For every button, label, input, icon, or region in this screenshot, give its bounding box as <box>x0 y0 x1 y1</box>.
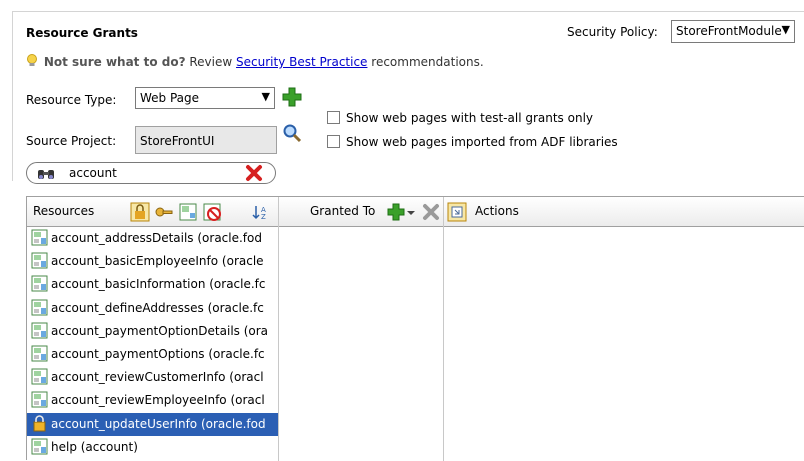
list-item[interactable]: account_addressDetails (oracle.fod <box>27 227 278 250</box>
dropdown-arrow-icon: ▼ <box>781 23 790 36</box>
sort-icon[interactable]: A Z <box>251 202 271 222</box>
binoculars-icon <box>37 165 55 181</box>
panel-left-border <box>12 11 13 181</box>
svg-text:Z: Z <box>261 213 266 221</box>
page-title: Resource Grants <box>26 26 138 40</box>
hint-text: Review <box>189 55 233 69</box>
list-item[interactable]: help (account) <box>27 436 278 459</box>
security-best-practice-link[interactable]: Security Best Practice <box>236 55 367 69</box>
list-item-label: account_paymentOptionDetails (ora <box>51 323 269 338</box>
resource-type-label: Resource Type: <box>26 93 117 107</box>
list-item[interactable]: account_reviewEmployeeInfo (oracl <box>27 389 278 412</box>
test-all-checkbox[interactable] <box>327 111 340 124</box>
filter-field[interactable]: account <box>26 162 276 184</box>
list-item-label: account_defineAddresses (oracle.fc <box>51 300 264 315</box>
source-project-label: Source Project: <box>26 134 117 148</box>
page-icon <box>31 368 48 385</box>
page-icon <box>31 345 48 362</box>
resource-list: account_addressDetails (oracle.fod accoun… <box>27 227 278 459</box>
list-item-label: help (account) <box>51 439 138 454</box>
resource-type-select[interactable]: Web Page ▼ <box>135 87 275 109</box>
page-icon <box>31 229 48 246</box>
hint-line: Not sure what to do? Review Security Bes… <box>26 52 484 69</box>
list-item[interactable]: account_defineAddresses (oracle.fc <box>27 297 278 320</box>
test-all-label: Show web pages with test-all grants only <box>346 111 594 125</box>
page-icon <box>31 391 48 408</box>
list-item[interactable]: account_reviewCustomerInfo (oracl <box>27 366 278 389</box>
grants-table: Resources A Z Granted To Actions account… <box>26 196 804 461</box>
table-header: Resources A Z Granted To Actions <box>27 197 804 227</box>
adf-libraries-checkbox[interactable] <box>327 135 340 148</box>
delete-grant-icon[interactable] <box>421 202 441 222</box>
resource-type-value: Web Page <box>140 91 200 105</box>
add-resource-type-icon[interactable] <box>282 87 302 107</box>
panel-top-border <box>12 11 804 12</box>
list-item-label: account_paymentOptions (oracle.fc <box>51 346 265 361</box>
list-item-label: account_basicInformation (oracle.fc <box>51 277 266 292</box>
adf-libraries-label: Show web pages imported from ADF librari… <box>346 135 618 149</box>
hint-text-end: recommendations. <box>371 55 484 69</box>
list-item-label: account_reviewEmployeeInfo (oracl <box>51 393 265 408</box>
column-divider[interactable] <box>443 197 444 461</box>
page-icon <box>31 275 48 292</box>
page-icon <box>31 438 48 455</box>
list-item-label: account_reviewCustomerInfo (oracl <box>51 370 264 385</box>
column-header-actions[interactable]: Actions <box>475 204 519 218</box>
search-icon[interactable] <box>282 123 302 143</box>
page-icon <box>31 322 48 339</box>
source-project-field[interactable]: StoreFrontUI <box>135 126 277 154</box>
column-header-resources[interactable]: Resources <box>33 204 94 218</box>
no-grants-filter-icon[interactable] <box>202 202 222 222</box>
list-item[interactable]: account_paymentOptions (oracle.fc <box>27 343 278 366</box>
page-filter-icon[interactable] <box>178 202 198 222</box>
security-policy-select[interactable]: StoreFrontModule ▼ <box>671 20 795 43</box>
list-item-label: account_basicEmployeeInfo (oracle <box>51 254 264 269</box>
list-item[interactable]: account_basicEmployeeInfo (oracle <box>27 250 278 273</box>
clear-filter-icon[interactable] <box>245 164 263 182</box>
lock-filter-icon[interactable] <box>130 202 150 222</box>
security-policy-label: Security Policy: <box>567 25 658 39</box>
security-policy-value: StoreFrontModule <box>676 24 782 38</box>
page-icon <box>31 252 48 269</box>
add-grant-icon[interactable] <box>386 202 406 222</box>
list-item[interactable]: account_basicInformation (oracle.fc <box>27 273 278 296</box>
key-filter-icon[interactable] <box>154 202 174 222</box>
filter-text: account <box>69 166 117 180</box>
column-divider[interactable] <box>278 197 279 461</box>
lock-icon <box>31 414 48 432</box>
page-icon <box>31 299 48 316</box>
list-item-label: account_updateUserInfo (oracle.fod <box>51 416 266 431</box>
list-item-label: account_addressDetails (oracle.fod <box>51 231 262 245</box>
hint-bold: Not sure what to do? <box>43 55 186 69</box>
lightbulb-icon <box>26 54 38 68</box>
actions-toggle-icon[interactable] <box>447 202 467 222</box>
list-item[interactable]: account_paymentOptionDetails (ora <box>27 320 278 343</box>
dropdown-arrow-icon: ▼ <box>261 90 270 103</box>
column-header-granted-to[interactable]: Granted To <box>310 204 375 218</box>
list-item[interactable]: account_updateUserInfo (oracle.fod <box>27 412 278 436</box>
add-grant-dropdown-icon[interactable] <box>405 202 417 222</box>
